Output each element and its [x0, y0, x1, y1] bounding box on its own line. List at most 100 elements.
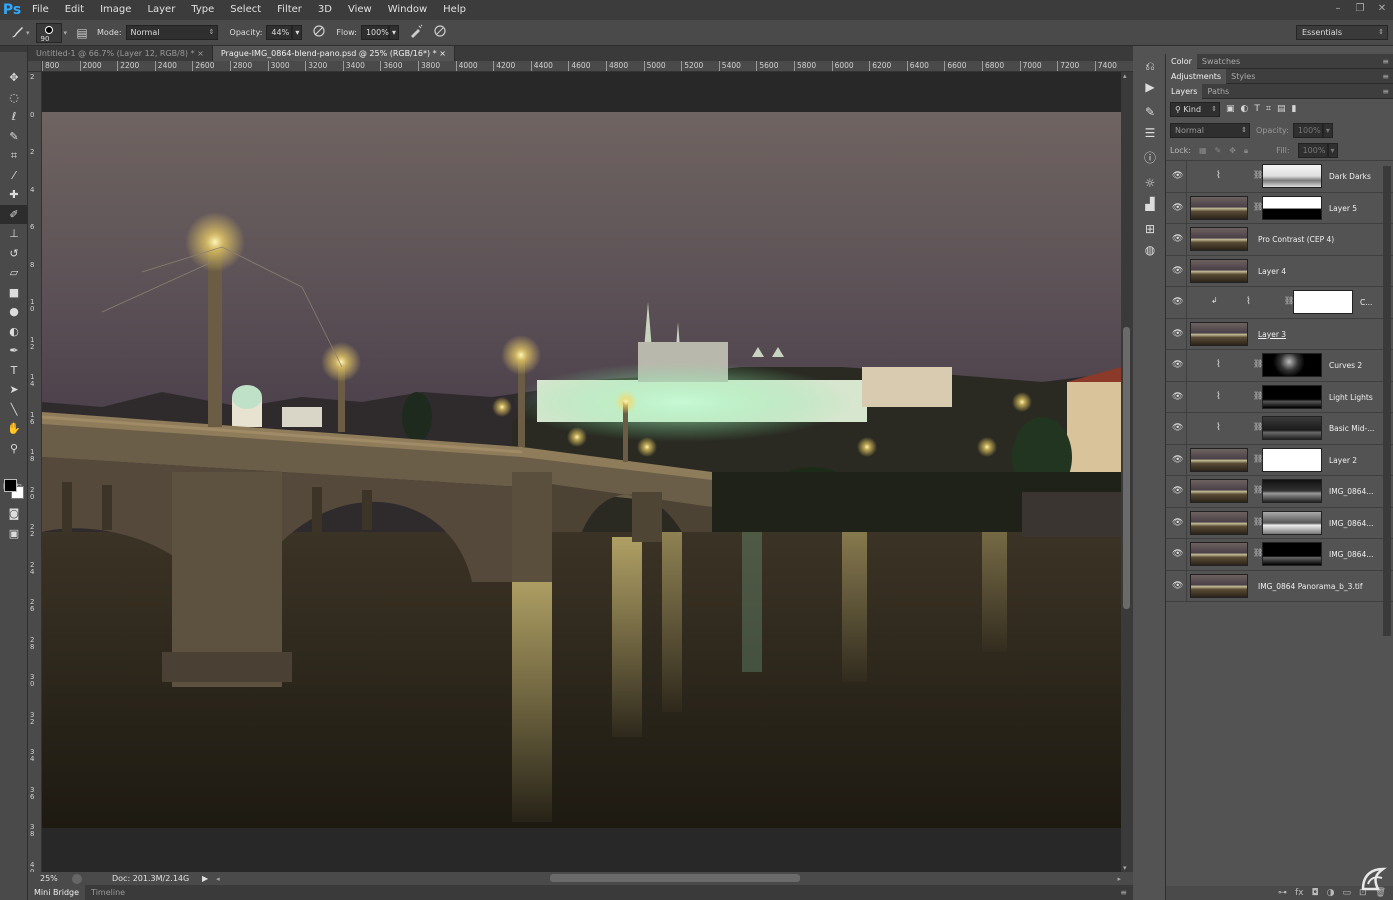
layer-mask-thumbnail[interactable] — [1262, 353, 1322, 377]
layer-mask-thumbnail[interactable] — [1262, 195, 1322, 220]
panel-menu-icon[interactable]: ≡ — [1382, 57, 1389, 66]
layer-mask-thumbnail[interactable] — [1293, 290, 1353, 314]
layer-name[interactable]: IMG_0864 Panorama_b_3.tif — [1258, 582, 1363, 591]
menu-edit[interactable]: Edit — [57, 0, 92, 20]
mask-icon[interactable]: ◘ — [1312, 886, 1319, 900]
layer-name[interactable]: Layer 4 — [1258, 267, 1286, 276]
layer-name[interactable]: IMG_0864... — [1329, 550, 1373, 559]
airbrush-icon[interactable] — [407, 24, 425, 42]
layer-name[interactable]: C... — [1360, 298, 1372, 307]
quick-selection-tool-icon[interactable]: ✎ — [0, 127, 28, 147]
fill-dropdown[interactable]: ▾ — [1327, 143, 1338, 158]
tab-styles[interactable]: Styles — [1226, 69, 1260, 84]
screen-mode-icon[interactable]: ▣ — [0, 524, 28, 544]
marquee-tool-icon[interactable]: ◌ — [0, 88, 28, 108]
curves-adjustment-icon[interactable]: ⌇ — [1216, 170, 1221, 181]
tab-untitled[interactable]: Untitled-1 @ 66.7% (Layer 12, RGB/8) * × — [28, 46, 213, 61]
3d-panel-icon[interactable]: ◍ — [1138, 240, 1162, 261]
scroll-down-icon[interactable]: ▾ — [1123, 864, 1127, 872]
mode-select[interactable]: Normal ⇕ — [125, 25, 218, 40]
zoom-tool-icon[interactable]: ⚲ — [0, 439, 28, 459]
visibility-eye-icon[interactable]: 👁︎ — [1172, 360, 1183, 370]
lasso-tool-icon[interactable]: ℓ — [0, 107, 28, 127]
fill-input[interactable]: 100% — [1297, 143, 1328, 158]
curves-adjustment-icon[interactable]: ⌇ — [1216, 359, 1221, 370]
tab-timeline[interactable]: Timeline — [85, 885, 131, 900]
brush-panel-icon[interactable]: ✎ — [1138, 102, 1162, 123]
layer-name[interactable]: Pro Contrast (CEP 4) — [1258, 235, 1334, 244]
opacity-dropdown[interactable]: ▾ — [292, 25, 303, 40]
layer-row[interactable]: 👁︎ IMG_0864 Panorama_b_3.tif — [1166, 570, 1393, 602]
filter-adjustment-icon[interactable]: ◐ — [1241, 104, 1249, 114]
menu-help[interactable]: Help — [435, 0, 474, 20]
filter-shape-icon[interactable]: ⌗ — [1266, 104, 1271, 114]
eyedropper-tool-icon[interactable]: ⁄ — [0, 166, 28, 186]
type-tool-icon[interactable]: T — [0, 361, 28, 381]
menu-file[interactable]: File — [24, 0, 57, 20]
layer-row[interactable]: 👁︎ ⛓ IMG_0864... — [1166, 476, 1393, 508]
layer-row[interactable]: 👁︎ ⌇ ⛓ Dark Darks — [1166, 161, 1393, 193]
filter-pixel-icon[interactable]: ▣ — [1226, 104, 1235, 114]
document-profile-icon[interactable] — [72, 873, 82, 884]
filter-smart-object-icon[interactable]: ▤ — [1277, 104, 1286, 114]
visibility-eye-icon[interactable]: 👁︎ — [1172, 266, 1183, 276]
layer-thumbnail[interactable] — [1190, 321, 1248, 346]
visibility-eye-icon[interactable]: 👁︎ — [1172, 329, 1183, 339]
layers-scrollbar[interactable] — [1383, 166, 1391, 636]
curves-adjustment-icon[interactable]: ⌇ — [1216, 422, 1221, 433]
layer-thumbnail[interactable] — [1190, 258, 1248, 283]
horizontal-ruler[interactable]: 800 2000 2200 2400 2600 2800 3000 3200 3400 3600 3… — [42, 61, 1133, 72]
brush-panel-toggle-icon[interactable]: ▤ — [73, 24, 91, 42]
blend-mode-select[interactable]: Normal ⇕ — [1170, 122, 1250, 138]
lock-transparent-icon[interactable]: ▦ — [1199, 146, 1207, 155]
clone-stamp-tool-icon[interactable]: ⊥ — [0, 224, 28, 244]
tab-mini-bridge[interactable]: Mini Bridge — [28, 885, 86, 900]
history-panel-icon[interactable]: ⎌ — [1138, 56, 1162, 77]
eraser-tool-icon[interactable]: ▱ — [0, 263, 28, 283]
layer-thumbnail[interactable] — [1190, 542, 1248, 566]
layer-name[interactable]: Layer 5 — [1329, 204, 1357, 213]
layer-mask-thumbnail[interactable] — [1262, 510, 1322, 535]
menu-3d[interactable]: 3D — [310, 0, 340, 20]
brush-size-dropdown-icon[interactable]: ▾ — [64, 29, 68, 37]
tab-swatches[interactable]: Swatches — [1197, 54, 1245, 69]
tab-paths[interactable]: Paths — [1202, 84, 1234, 99]
layer-name[interactable]: Layer 2 — [1329, 456, 1357, 465]
curves-adjustment-icon[interactable]: ⌇ — [1216, 391, 1221, 402]
layer-row[interactable]: 👁︎ Layer 4 — [1166, 255, 1393, 287]
ruler-origin[interactable] — [28, 61, 42, 72]
layer-opacity-input[interactable]: 100% — [1292, 122, 1323, 138]
foreground-color-swatch[interactable] — [4, 479, 17, 492]
actions-panel-icon[interactable]: ▶ — [1138, 77, 1162, 98]
layer-row[interactable]: 👁︎ ⛓ Layer 2 — [1166, 444, 1393, 476]
zoom-level[interactable]: 25% — [40, 874, 70, 883]
visibility-eye-icon[interactable]: 👁︎ — [1172, 518, 1183, 528]
horizontal-scroll-thumb[interactable] — [550, 874, 800, 882]
brush-preset-picker[interactable]: 90 — [35, 22, 62, 43]
history-brush-tool-icon[interactable]: ↺ — [0, 244, 28, 264]
layer-thumbnail[interactable] — [1190, 573, 1248, 598]
layer-thumbnail[interactable] — [1190, 510, 1248, 535]
layer-mask-thumbnail[interactable] — [1262, 416, 1322, 440]
layer-name[interactable]: Dark Darks — [1329, 172, 1371, 181]
link-icon[interactable]: ⊶ — [1278, 886, 1287, 900]
layer-row[interactable]: 👁︎ Layer 3 — [1166, 318, 1393, 350]
opacity-input[interactable]: 44% — [266, 25, 293, 40]
fx-icon[interactable]: fx — [1295, 886, 1304, 900]
menu-select[interactable]: Select — [222, 0, 269, 20]
workspace-select[interactable]: Essentials ⇕ — [1296, 25, 1388, 40]
panel-menu-icon[interactable]: ≡ — [1382, 72, 1389, 81]
visibility-eye-icon[interactable]: 👁︎ — [1172, 297, 1183, 307]
lock-all-icon[interactable]: 🔒︎ — [1244, 146, 1248, 156]
properties-panel-icon[interactable]: ⊞ — [1138, 219, 1162, 240]
scroll-right-icon[interactable]: ▸ — [1117, 875, 1121, 883]
pressure-opacity-icon[interactable] — [310, 24, 328, 42]
pen-tool-icon[interactable]: ✒ — [0, 341, 28, 361]
move-tool-icon[interactable]: ✥ — [0, 68, 28, 88]
brush-presets-icon[interactable]: ☰ — [1138, 123, 1162, 144]
menu-view[interactable]: View — [340, 0, 380, 20]
close-icon[interactable]: × — [197, 49, 204, 58]
layer-mask-thumbnail[interactable] — [1262, 164, 1322, 188]
tab-color[interactable]: Color — [1166, 53, 1197, 69]
info-panel-icon[interactable]: ⓘ — [1138, 148, 1162, 169]
